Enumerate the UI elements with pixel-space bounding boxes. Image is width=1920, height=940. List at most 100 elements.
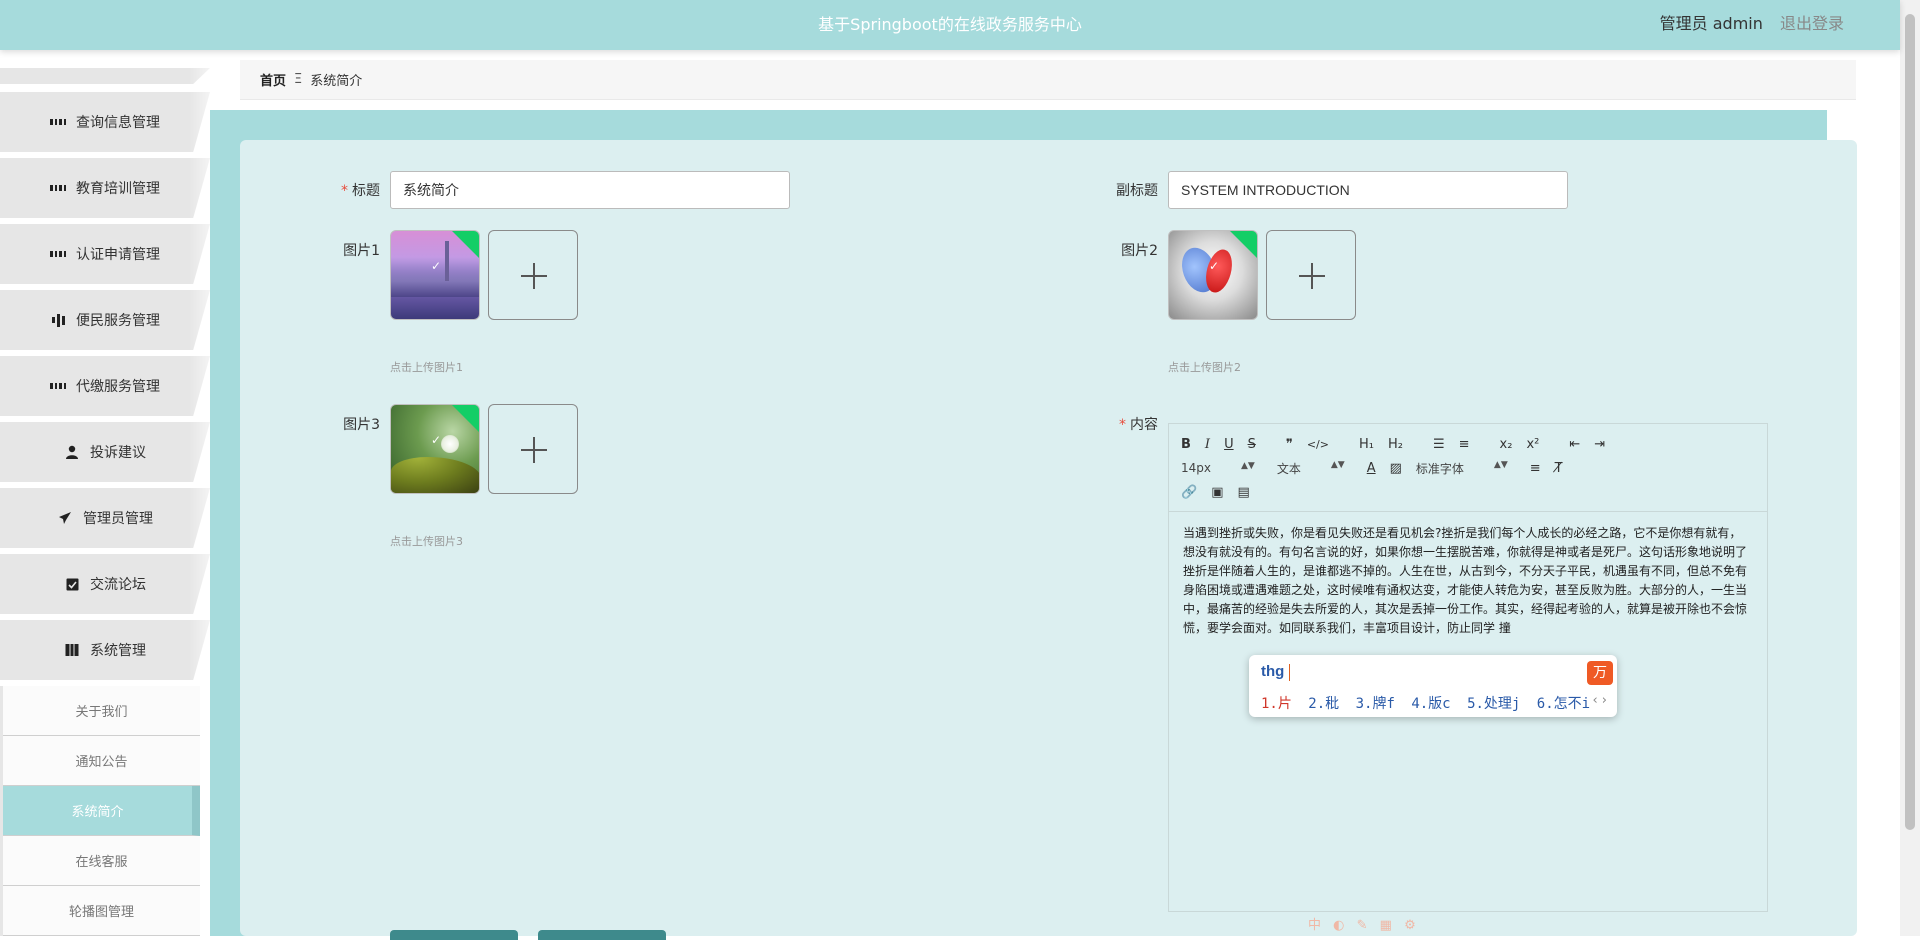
subtitle-label: 副标题: [1116, 183, 1158, 199]
sidebar-item-payment[interactable]: 代缴服务管理: [0, 356, 210, 416]
title-label: * 标题: [341, 183, 380, 199]
sidebar-item-label: 系统管理: [90, 643, 146, 659]
background-color-icon[interactable]: ▨: [1390, 461, 1402, 476]
bar-chart-icon: [50, 312, 66, 328]
sidebar-item-label: 管理员管理: [83, 511, 153, 527]
image3-upload-button[interactable]: [488, 404, 578, 494]
user-icon: [64, 444, 80, 460]
blockquote-icon[interactable]: ❞: [1286, 437, 1293, 452]
check-icon: ✓: [1208, 259, 1220, 273]
heading1-icon[interactable]: H₁: [1359, 437, 1374, 452]
underline-icon[interactable]: U: [1224, 437, 1234, 452]
font-family-select[interactable]: 标准字体 ▲▼: [1416, 460, 1508, 477]
image2-upload-button[interactable]: [1266, 230, 1356, 320]
font-color-icon[interactable]: A: [1367, 461, 1376, 476]
ime-mode-label: 中: [1308, 918, 1326, 933]
outdent-icon[interactable]: ⇤: [1569, 437, 1580, 452]
submenu-item-system-intro[interactable]: 系统简介: [3, 786, 200, 836]
subscript-icon[interactable]: x₂: [1500, 437, 1513, 452]
ime-candidate[interactable]: 6.怎不i: [1537, 696, 1590, 712]
title-input[interactable]: [390, 171, 790, 209]
italic-icon[interactable]: I: [1205, 437, 1210, 452]
ime-caret: [1289, 664, 1290, 681]
breadcrumb: 首页 Ξ 系统简介: [240, 60, 1856, 100]
sidebar-item-convenience[interactable]: 便民服务管理: [0, 290, 210, 350]
indent-icon[interactable]: ⇥: [1594, 437, 1605, 452]
image1-hint: 点击上传图片1: [390, 361, 463, 374]
subtitle-input[interactable]: [1168, 171, 1568, 209]
grid-icon: [50, 246, 66, 262]
sidebar-item-label: 交流论坛: [90, 577, 146, 593]
code-block-icon[interactable]: </>: [1307, 438, 1329, 451]
sidebar-item-complaints[interactable]: 投诉建议: [0, 422, 210, 482]
sidebar-item-label: 便民服务管理: [76, 313, 160, 329]
submenu-item-about[interactable]: 关于我们: [3, 686, 200, 736]
scrollbar-thumb[interactable]: [1905, 14, 1915, 830]
ordered-list-icon[interactable]: ☰: [1433, 437, 1445, 452]
sidebar-item-query-info[interactable]: 查询信息管理: [0, 92, 210, 152]
submenu-item-online-service[interactable]: 在线客服: [3, 836, 200, 886]
align-icon[interactable]: ≡: [1530, 461, 1541, 476]
font-size-select[interactable]: 14px ▲▼: [1181, 461, 1255, 475]
sidebar-item-label: 代缴服务管理: [76, 379, 160, 395]
breadcrumb-home[interactable]: 首页: [260, 70, 286, 89]
ime-page-nav-icon[interactable]: ‹ ›: [1592, 693, 1607, 708]
sidebar-item-certification[interactable]: 认证申请管理: [0, 224, 210, 284]
book-icon: [64, 642, 80, 658]
content-label: * 内容: [1119, 417, 1158, 433]
bold-icon[interactable]: B: [1181, 437, 1191, 452]
sidebar-item-education[interactable]: 教育培训管理: [0, 158, 210, 218]
grid-icon: [50, 180, 66, 196]
app-title: 基于Springboot的在线政务服务中心: [818, 15, 1082, 34]
image3-hint: 点击上传图片3: [390, 535, 463, 548]
image3-thumbnail[interactable]: ✓: [390, 404, 480, 494]
breadcrumb-current: 系统简介: [310, 74, 363, 89]
system-submenu: 关于我们 通知公告 系统简介 在线客服 轮播图管理: [0, 686, 200, 936]
ime-candidate[interactable]: 4.版c: [1411, 696, 1450, 712]
sidebar-item-partial[interactable]: [0, 68, 210, 84]
sidebar-item-admins[interactable]: 管理员管理: [0, 488, 210, 548]
ime-candidate[interactable]: 5.处理j: [1467, 696, 1520, 712]
ime-candidates: 1.片 2.秕 3.牌f 4.版c 5.处理j 6.怎不i: [1261, 693, 1598, 713]
text-type-select[interactable]: 文本 ▲▼: [1277, 460, 1345, 477]
ime-candidate[interactable]: 1.片: [1261, 696, 1292, 712]
editor-toolbar: B I U S ❞ </> H₁ H₂ ☰ ≡ x₂ x² ⇤ ⇥ 14px ▲▼…: [1169, 424, 1767, 512]
superscript-icon[interactable]: x²: [1526, 437, 1539, 452]
ime-candidate-popup: thg 万 1.片 2.秕 3.牌f 4.版c 5.处理j 6.怎不i ‹ ›: [1249, 655, 1617, 717]
ime-candidate[interactable]: 3.牌f: [1356, 696, 1395, 712]
image2-hint: 点击上传图片2: [1168, 361, 1241, 374]
sidebar-item-system[interactable]: 系统管理: [0, 620, 210, 680]
sidebar-item-forum[interactable]: 交流论坛: [0, 554, 210, 614]
clipboard-check-icon: [64, 576, 80, 592]
sidebar: 查询信息管理 教育培训管理 认证申请管理 便民服务管理 代缴服务管理 投诉建议 …: [0, 68, 210, 936]
ime-typed-text: thg: [1261, 663, 1285, 680]
submit-button[interactable]: [390, 930, 518, 940]
bullet-list-icon[interactable]: ≡: [1459, 437, 1470, 452]
ime-candidate[interactable]: 2.秕: [1308, 696, 1339, 712]
cancel-button[interactable]: [538, 930, 666, 940]
sidebar-item-label: 教育培训管理: [76, 181, 160, 197]
submenu-item-carousel[interactable]: 轮播图管理: [3, 886, 200, 936]
ime-status-bar[interactable]: 中 ◐ ✎ ▦ ⚙: [1308, 914, 1420, 933]
uploaded-check-badge: [447, 405, 479, 435]
page-scrollbar[interactable]: [1900, 0, 1920, 936]
editor-content-area[interactable]: 当遇到挫折或失败，你是看见失败还是看见机会?挫折是我们每个人成长的必经之路，它不…: [1169, 512, 1767, 650]
strikethrough-icon[interactable]: S: [1248, 437, 1256, 452]
image-icon[interactable]: ▣: [1211, 485, 1223, 500]
grid-icon: [50, 114, 66, 130]
image2-label: 图片2: [1121, 243, 1158, 259]
image1-upload-button[interactable]: [488, 230, 578, 320]
image2-thumbnail[interactable]: ✓: [1168, 230, 1258, 320]
heading2-icon[interactable]: H₂: [1388, 437, 1403, 452]
sidebar-item-label: 投诉建议: [90, 445, 146, 461]
clear-format-icon[interactable]: T̸: [1555, 461, 1563, 476]
video-icon[interactable]: ▤: [1237, 485, 1249, 500]
chevron-updown-icon: ▲▼: [1241, 461, 1255, 471]
image1-thumbnail[interactable]: ✓: [390, 230, 480, 320]
logout-link[interactable]: 退出登录: [1780, 14, 1844, 33]
current-user-label: 管理员 admin: [1659, 14, 1763, 33]
link-icon[interactable]: 🔗: [1181, 485, 1197, 500]
breadcrumb-separator-icon: Ξ: [294, 72, 303, 87]
paper-plane-icon: [57, 510, 73, 526]
submenu-item-notice[interactable]: 通知公告: [3, 736, 200, 786]
